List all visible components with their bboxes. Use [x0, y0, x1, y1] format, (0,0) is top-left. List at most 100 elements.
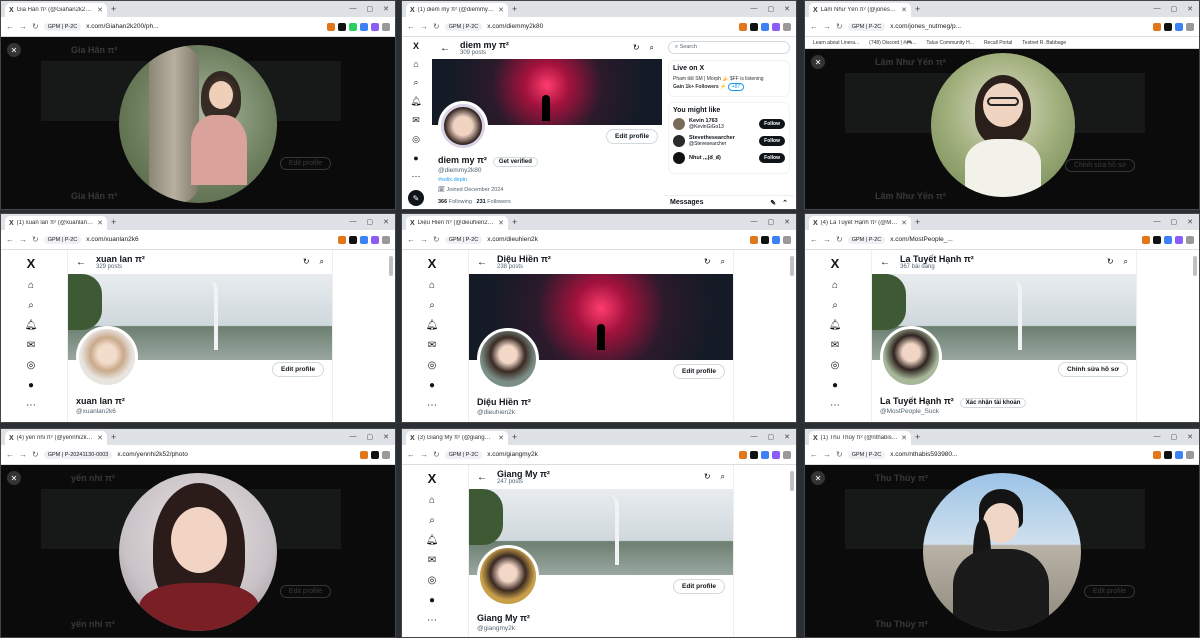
bookmark[interactable]: (748) Discord | #🎮...	[869, 40, 916, 46]
edit-profile-button[interactable]: Edit profile	[272, 362, 324, 377]
new-tab-button[interactable]: +	[915, 4, 920, 14]
edit-profile-button[interactable]: Edit profile	[673, 579, 725, 594]
profile-chip[interactable]: GPM | P-2C	[43, 235, 82, 244]
forward-icon[interactable]: →	[823, 22, 831, 31]
bookmark[interactable]: Talus Community H...	[926, 40, 974, 46]
messages-icon[interactable]: ✉	[428, 555, 436, 566]
metamask-icon[interactable]	[1153, 22, 1161, 31]
reload-icon[interactable]: ↻	[32, 22, 39, 31]
search-icon[interactable]: ⌕	[413, 77, 418, 88]
suggestion-row[interactable]: Nhut ,,,(ఠ_ఠ) Follow	[673, 152, 785, 164]
reload-icon[interactable]: ↻	[433, 22, 440, 31]
profile-icon[interactable]: ●	[832, 380, 838, 391]
maximize-icon[interactable]: ▢	[1171, 218, 1178, 226]
back-icon[interactable]: ←	[810, 450, 818, 459]
close-viewer-icon[interactable]: ✕	[811, 471, 825, 485]
edit-profile-button[interactable]: Chỉnh sửa hồ sơ	[1058, 362, 1128, 377]
metamask-icon[interactable]	[750, 235, 758, 244]
suggestion-row[interactable]: Stevethesearcher @Stevesearcher Follow	[673, 135, 785, 147]
address-bar[interactable]: x.com/yennhi2k52/photo	[117, 451, 187, 458]
grok-icon[interactable]: ◎	[27, 360, 36, 371]
address-bar[interactable]: x.com/MostPeople_...	[890, 236, 953, 243]
close-window-icon[interactable]: ✕	[383, 433, 389, 441]
extension-icon[interactable]	[761, 22, 769, 31]
maximize-icon[interactable]: ▢	[367, 433, 374, 441]
close-tab-icon[interactable]: ✕	[97, 219, 103, 227]
follow-button[interactable]: Follow	[759, 119, 785, 129]
grok-icon[interactable]: ◎	[428, 360, 437, 371]
new-tab-button[interactable]: +	[111, 432, 116, 442]
forward-icon[interactable]: →	[19, 235, 27, 244]
messages-icon[interactable]: ✉	[831, 340, 839, 351]
extension-icon[interactable]	[1175, 22, 1183, 31]
browser-tab[interactable]: X(1) diem my π² (@diemmy2k80) / X✕	[406, 3, 508, 17]
home-icon[interactable]: ⌂	[413, 59, 418, 69]
extension-icon[interactable]	[750, 450, 758, 459]
puzzle-icon[interactable]	[382, 235, 390, 244]
minimize-icon[interactable]: —	[350, 5, 357, 13]
extension-icon[interactable]	[761, 450, 769, 459]
close-tab-icon[interactable]: ✕	[498, 434, 504, 442]
follow-button[interactable]: Follow	[759, 153, 785, 163]
extension-icon[interactable]	[1164, 450, 1172, 459]
notifications-icon[interactable]: 🔔︎	[829, 320, 842, 331]
metamask-icon[interactable]	[739, 22, 747, 31]
extension-icon[interactable]	[772, 235, 780, 244]
back-icon[interactable]: ←	[810, 22, 818, 31]
minimize-icon[interactable]: —	[1154, 433, 1161, 441]
address-bar[interactable]: x.com/jones_nutmeg/p...	[890, 23, 961, 30]
new-tab-button[interactable]: +	[111, 217, 116, 227]
close-window-icon[interactable]: ✕	[1187, 433, 1193, 441]
profile-chip[interactable]: GPM | P-2C	[444, 450, 483, 459]
close-tab-icon[interactable]: ✕	[498, 6, 504, 14]
extension-icon[interactable]	[1164, 235, 1172, 244]
grok-icon[interactable]: ◎	[428, 575, 437, 586]
notifications-icon[interactable]: 🔔︎	[426, 535, 439, 546]
notifications-icon[interactable]: 🔔︎	[410, 96, 421, 107]
metamask-icon[interactable]	[1142, 235, 1150, 244]
back-arrow-icon[interactable]: ←	[76, 257, 86, 268]
forward-icon[interactable]: →	[420, 22, 428, 31]
x-logo-icon[interactable]: X	[413, 41, 419, 51]
back-arrow-icon[interactable]: ←	[477, 472, 487, 483]
more-icon[interactable]: ⋯	[427, 615, 437, 626]
x-logo-icon[interactable]: X	[27, 256, 36, 271]
home-icon[interactable]: ⌂	[429, 280, 435, 291]
address-bar[interactable]: x.com/xuanlan2k6	[86, 236, 138, 243]
address-bar[interactable]: x.com/diemmy2k80	[487, 23, 543, 30]
search-input[interactable]: ⌕ Search	[668, 41, 790, 54]
profile-chip[interactable]: GPM | P-2C	[43, 22, 82, 31]
back-icon[interactable]: ←	[6, 450, 14, 459]
minimize-icon[interactable]: —	[751, 433, 758, 441]
search-icon[interactable]: ⌕	[28, 300, 34, 311]
x-logo-icon[interactable]: X	[428, 471, 437, 486]
profile-chip[interactable]: GPM | P-2C	[847, 235, 886, 244]
close-tab-icon[interactable]: ✕	[97, 434, 103, 442]
profile-icon[interactable]: ●	[28, 380, 34, 391]
extension-icon[interactable]	[349, 22, 357, 31]
extension-icon[interactable]	[1175, 235, 1183, 244]
extension-icon[interactable]	[360, 22, 368, 31]
profile-icon[interactable]: ●	[429, 595, 435, 606]
metamask-icon[interactable]	[327, 22, 335, 31]
extension-icon[interactable]	[761, 235, 769, 244]
browser-tab[interactable]: X(1) Thu Thủy π² (@nthabis5939...✕	[809, 431, 911, 445]
refresh-icon[interactable]: ↻	[1107, 257, 1114, 267]
profile-chip[interactable]: GPM | P-2C	[847, 450, 886, 459]
search-icon[interactable]: ⌕	[721, 472, 725, 482]
bookmark[interactable]: Testnet R. Babbage	[1022, 40, 1066, 46]
close-viewer-icon[interactable]: ✕	[811, 55, 825, 69]
reload-icon[interactable]: ↻	[836, 450, 843, 459]
avatar[interactable]	[76, 326, 138, 388]
puzzle-icon[interactable]	[783, 22, 791, 31]
refresh-icon[interactable]: ↻	[704, 257, 711, 267]
extension-icon[interactable]	[349, 235, 357, 244]
back-icon[interactable]: ←	[407, 22, 415, 31]
maximize-icon[interactable]: ▢	[768, 433, 775, 441]
search-icon[interactable]: ⌕	[832, 300, 838, 311]
maximize-icon[interactable]: ▢	[768, 5, 775, 13]
forward-icon[interactable]: →	[823, 450, 831, 459]
messages-drawer[interactable]: Messages ✎ ⌃	[664, 195, 794, 209]
close-window-icon[interactable]: ✕	[1187, 218, 1193, 226]
search-icon[interactable]: ⌕	[429, 515, 435, 526]
